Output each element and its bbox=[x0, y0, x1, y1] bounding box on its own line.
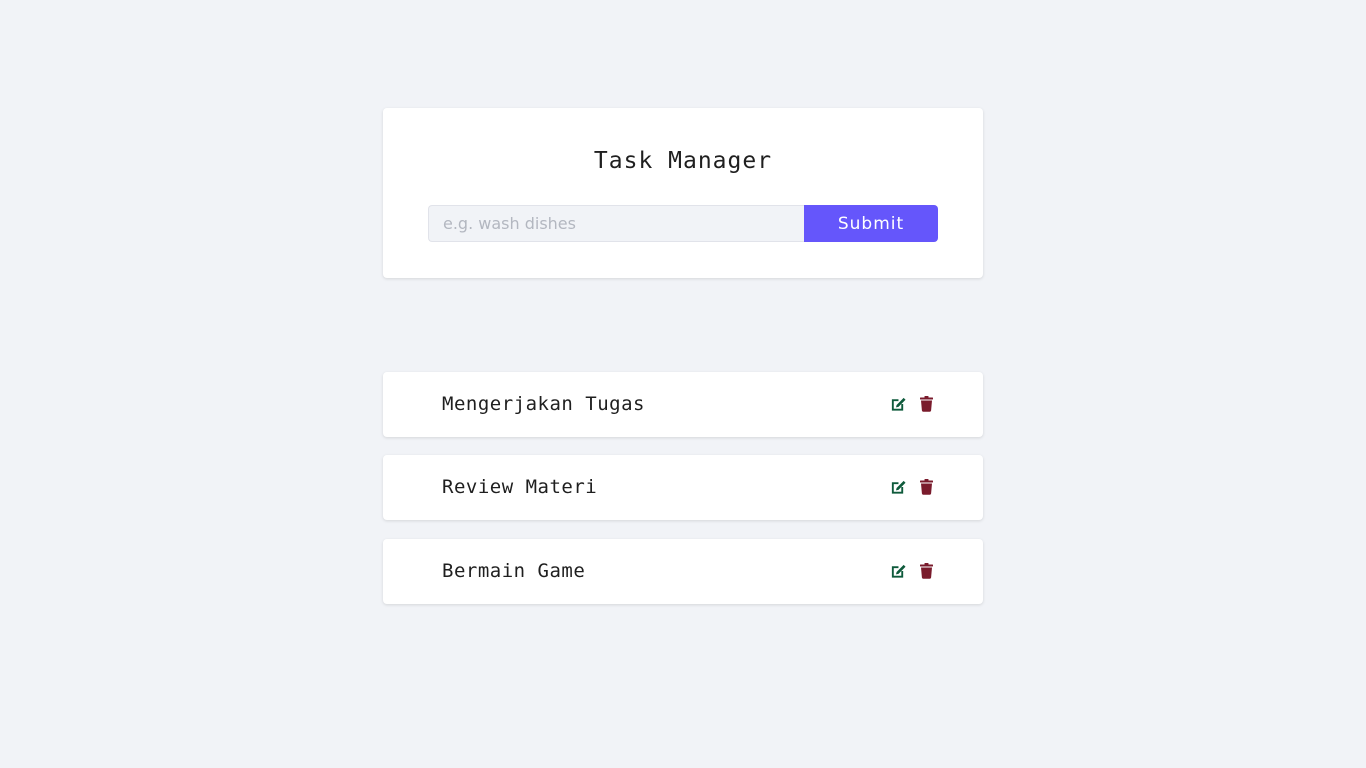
trash-icon[interactable] bbox=[918, 395, 934, 412]
page-title: Task Manager bbox=[593, 148, 773, 174]
task-name: Bermain Game bbox=[442, 560, 586, 582]
task-name: Review Materi bbox=[442, 476, 598, 498]
task-actions bbox=[890, 562, 934, 579]
task-name: Mengerjakan Tugas bbox=[442, 393, 645, 415]
edit-icon[interactable] bbox=[890, 562, 906, 579]
task-item: Mengerjakan Tugas bbox=[383, 372, 983, 437]
task-item: Review Materi bbox=[383, 455, 983, 520]
task-actions bbox=[890, 395, 934, 412]
task-list: Mengerjakan Tugas Review Materi Bermain … bbox=[383, 372, 983, 622]
task-item: Bermain Game bbox=[383, 539, 983, 604]
edit-icon[interactable] bbox=[890, 478, 906, 495]
task-actions bbox=[890, 478, 934, 495]
edit-icon[interactable] bbox=[890, 395, 906, 412]
trash-icon[interactable] bbox=[918, 562, 934, 579]
submit-button[interactable]: Submit bbox=[804, 205, 938, 242]
task-form: Submit bbox=[428, 205, 938, 242]
trash-icon[interactable] bbox=[918, 478, 934, 495]
task-form-card: Task Manager Submit bbox=[383, 108, 983, 278]
task-input[interactable] bbox=[428, 205, 804, 242]
